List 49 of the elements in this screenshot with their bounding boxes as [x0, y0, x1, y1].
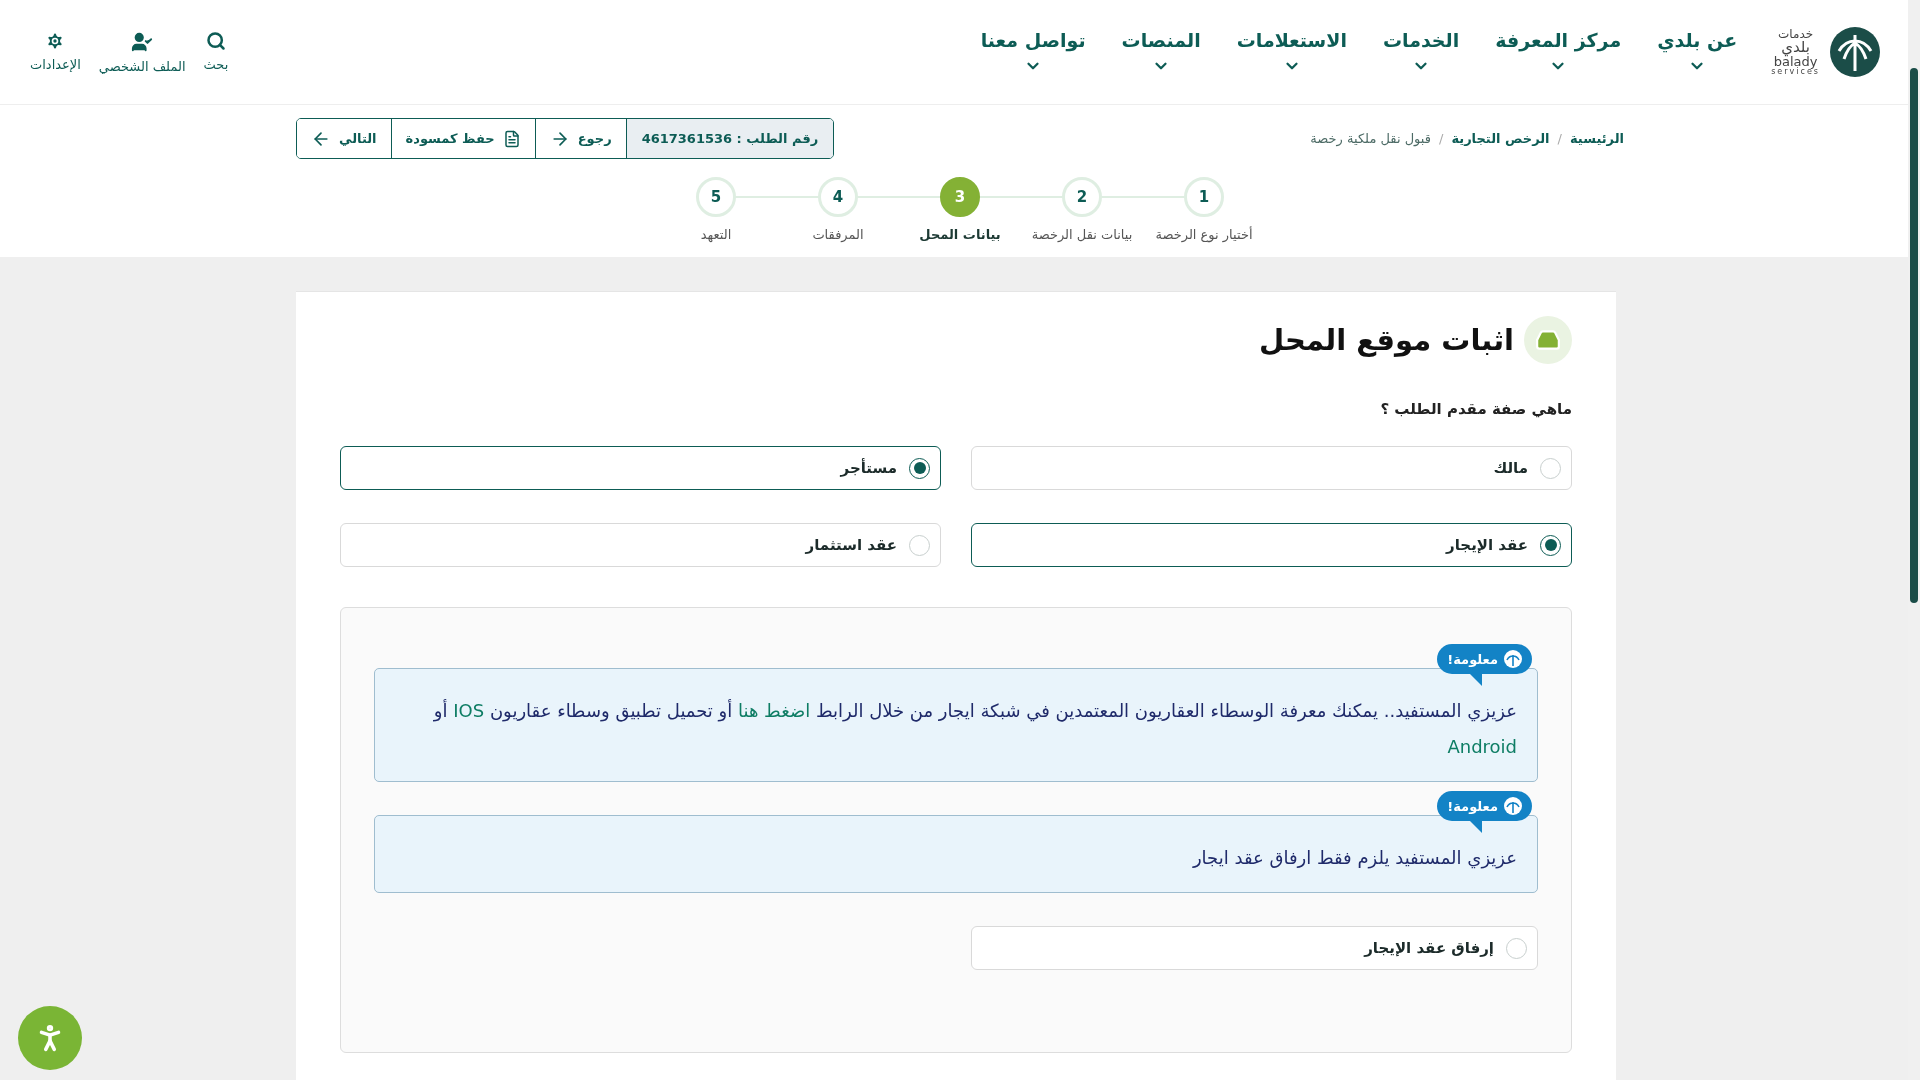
radio-option[interactable]: عقد الإيجار [971, 523, 1572, 567]
info-badge: معلومة! [1437, 791, 1532, 821]
logo-text: balady [1773, 55, 1818, 68]
user-check-icon [131, 30, 154, 53]
info-text: عزيزي المستفيد يلزم فقط ارفاق عقد ايجار [1191, 846, 1517, 871]
step-number: 1 [1184, 177, 1224, 217]
breadcrumb-link[interactable]: الرخص التجارية [1451, 131, 1550, 146]
text-link[interactable]: Android [1447, 736, 1517, 757]
header-link[interactable]: الإعدادات [30, 30, 81, 74]
nav-menu-item[interactable]: عن بلدي [1657, 29, 1738, 75]
logo-text: بلدي [1781, 40, 1810, 55]
step-label: المرفقات [812, 227, 864, 242]
question-label: ماهي صفة مقدم الطلب ؟ [1379, 400, 1572, 418]
text-link[interactable]: اضغط هنا [738, 700, 811, 721]
breadcrumb-separator: / [1557, 131, 1562, 146]
text-link[interactable]: IOS [453, 700, 485, 721]
header-link[interactable]: بحث [203, 30, 229, 74]
request-number: رقم الطلب : 4617361536 [625, 119, 834, 158]
breadcrumb-link[interactable]: الرئيسية [1569, 131, 1624, 146]
breadcrumb-separator: / [1439, 131, 1444, 146]
palm-logo-icon [1830, 27, 1880, 77]
step-label: التعهد [700, 227, 732, 242]
nav-menu-item[interactable]: المنصات [1121, 29, 1201, 75]
badge-tail [1470, 821, 1482, 833]
step-label: أختيار نوع الرخصة [1155, 227, 1253, 242]
step-label: بيانات المحل [919, 227, 1001, 242]
nav-menu-item[interactable]: مركز المعرفة [1495, 29, 1622, 75]
nav-menu-item[interactable]: الخدمات [1382, 29, 1460, 75]
radio-option[interactable]: مالك [971, 446, 1572, 490]
breadcrumb-link[interactable]: قبول نقل ملكية رخصة [1310, 131, 1431, 146]
document-icon [502, 129, 521, 148]
search-icon [205, 30, 226, 51]
radio-option[interactable]: مستأجر [340, 446, 941, 490]
nav-menu-item[interactable]: الاستعلامات [1236, 29, 1347, 75]
inbox-icon [1524, 316, 1572, 364]
logo-text: services [1771, 68, 1820, 76]
nav-menu-item[interactable]: تواصل معنا [980, 29, 1086, 75]
logo-text: خدمات [1778, 28, 1814, 40]
step-number: 3 [940, 177, 980, 217]
step-number: 2 [1062, 177, 1102, 217]
step-number: 5 [696, 177, 736, 217]
info-badge: معلومة! [1437, 644, 1532, 674]
radio-option[interactable]: عقد استثمار [340, 523, 941, 567]
step-number: 4 [818, 177, 858, 217]
header-link[interactable]: الملف الشخصي [98, 30, 186, 74]
badge-tail [1470, 674, 1482, 686]
radio-option[interactable]: إرفاق عقد الإيجار [971, 926, 1538, 970]
step-label: بيانات نقل الرخصة [1031, 227, 1133, 242]
section-title: اثبات موقع المحل [1259, 323, 1514, 357]
